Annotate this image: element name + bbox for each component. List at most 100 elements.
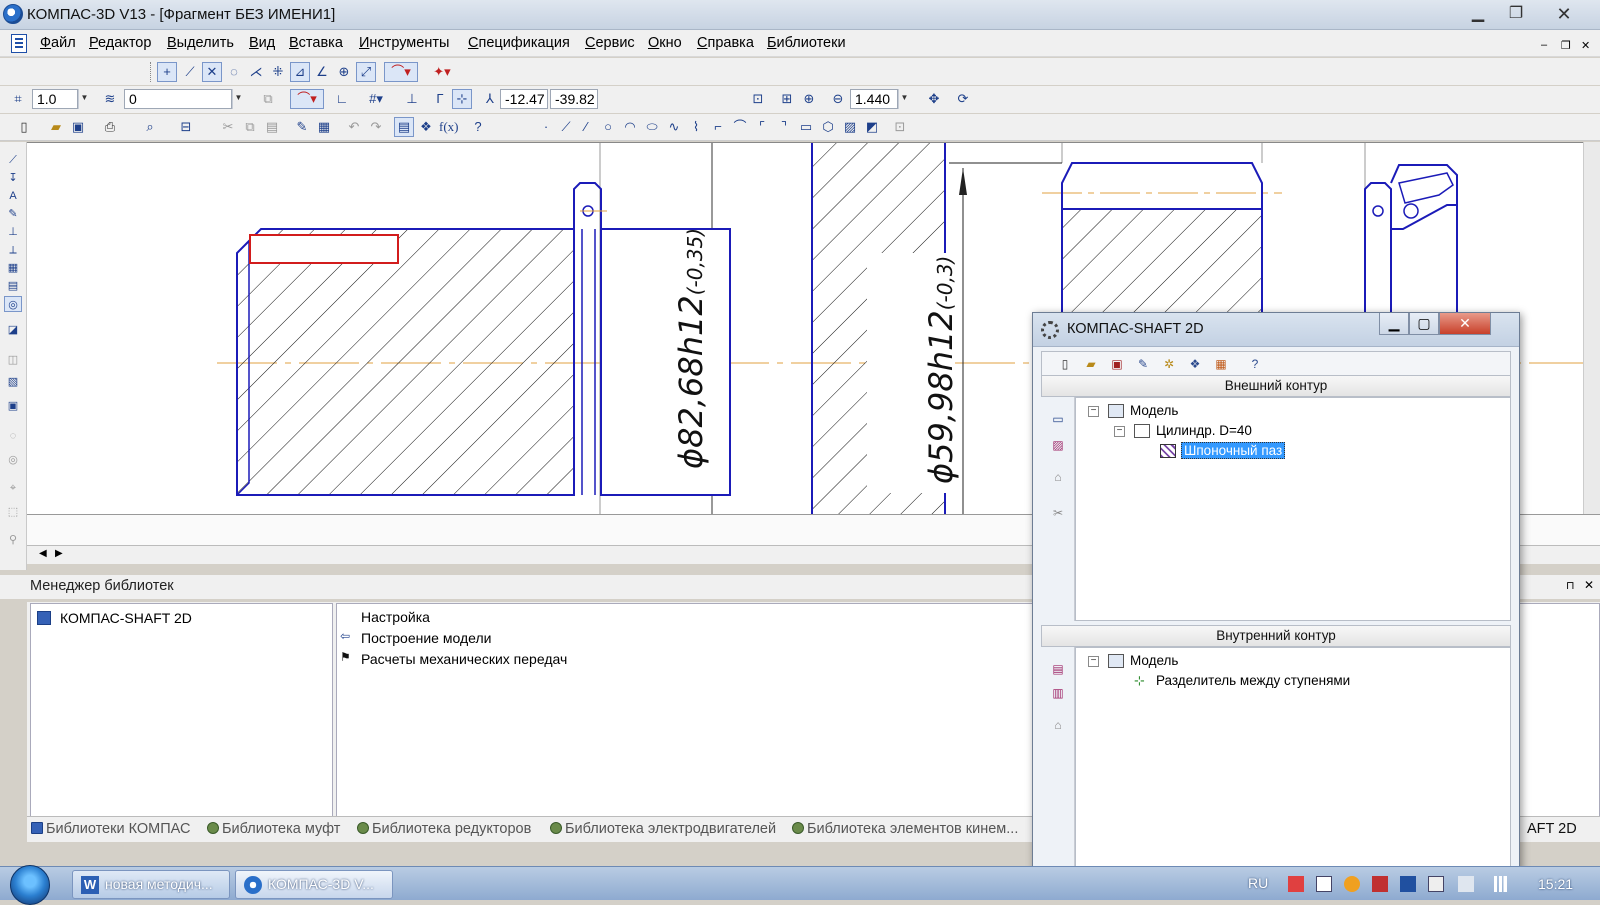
windows-icon[interactable] bbox=[1316, 876, 1332, 892]
snap-angle-icon[interactable]: ∠ bbox=[312, 62, 332, 82]
menu-help[interactable]: Справка bbox=[697, 35, 754, 51]
zoom-dropdown-arrow[interactable]: ▼ bbox=[898, 89, 910, 109]
menu-select[interactable]: Выделить bbox=[167, 35, 234, 51]
mdi-close-button[interactable]: ✕ bbox=[1581, 39, 1590, 52]
snap-circle-center-icon[interactable]: ⊕ bbox=[334, 62, 354, 82]
step-dropdown-arrow[interactable]: ▼ bbox=[78, 89, 90, 109]
language-indicator[interactable]: RU bbox=[1248, 875, 1268, 891]
zoom-out-icon[interactable]: ⊖ bbox=[828, 89, 848, 109]
layer-field[interactable]: 0 bbox=[124, 89, 232, 109]
app-tray-icon[interactable] bbox=[1400, 876, 1416, 892]
chamfer2-icon[interactable]: ⌝ bbox=[774, 117, 794, 137]
device-icon[interactable] bbox=[1428, 876, 1444, 892]
menu-specification[interactable]: Спецификация bbox=[468, 35, 570, 51]
maximize-button[interactable]: ❐ bbox=[1500, 3, 1532, 25]
coord-y-field[interactable]: -39.82 bbox=[550, 89, 598, 109]
snap-middle-icon[interactable]: ⊿ bbox=[290, 62, 310, 82]
edit-panel-icon[interactable]: ✎ bbox=[4, 206, 22, 222]
tree-node-keyway[interactable]: Шпоночный паз bbox=[1181, 442, 1286, 459]
rectangle-icon[interactable]: ▭ bbox=[796, 117, 816, 137]
layers-panel-icon[interactable]: ⬚ bbox=[4, 504, 22, 520]
zoom-field[interactable]: 1.440 bbox=[850, 89, 898, 109]
coord-x-field[interactable]: -12.47 bbox=[500, 89, 548, 109]
update-icon[interactable] bbox=[1344, 876, 1360, 892]
list-item-settings[interactable]: Настройка bbox=[361, 609, 430, 625]
fragments-panel-icon[interactable]: ◫ bbox=[4, 352, 22, 368]
reports-panel-icon[interactable]: ◎ bbox=[4, 296, 22, 312]
menu-file[interactable]: Файл bbox=[40, 35, 76, 51]
start-button[interactable] bbox=[10, 865, 50, 905]
insert-panel-icon[interactable]: ◪ bbox=[4, 322, 22, 338]
tab-reducers[interactable]: Библиотека редукторов bbox=[357, 821, 531, 837]
snap-end-icon[interactable]: ⟋ bbox=[180, 62, 200, 82]
paste-icon[interactable]: ▤ bbox=[262, 117, 282, 137]
layer-dropdown-arrow[interactable]: ▼ bbox=[232, 89, 244, 109]
clock[interactable]: 15:21 bbox=[1538, 876, 1573, 892]
params-panel-icon[interactable]: ⊥ bbox=[4, 224, 22, 240]
polyline-icon[interactable]: ⌇ bbox=[686, 117, 706, 137]
snap-on-curve-icon[interactable]: ⤢ bbox=[356, 62, 376, 82]
help-pointer-icon[interactable]: ? bbox=[468, 117, 488, 137]
library-icon[interactable]: ❖ bbox=[416, 117, 436, 137]
macro-panel-icon[interactable]: ▣ bbox=[4, 398, 22, 414]
contour-icon[interactable]: ⌒ bbox=[730, 117, 750, 137]
generate-icon[interactable]: ❖ bbox=[1184, 354, 1206, 374]
refresh-view-icon[interactable]: ⟳ bbox=[953, 89, 973, 109]
snap-point-icon[interactable]: + bbox=[157, 62, 177, 82]
new-model-icon[interactable]: ▯ bbox=[1054, 354, 1076, 374]
arc-icon[interactable]: ◠ bbox=[620, 117, 640, 137]
menu-insert[interactable]: Вставка bbox=[289, 35, 343, 51]
dialog-title-bar[interactable]: КОМПАС-SHAFT 2D ▁ ▢ ✕ bbox=[1033, 313, 1519, 347]
library-manager-close-button[interactable]: ✕ bbox=[1584, 578, 1594, 592]
snap-mode-icon[interactable]: ⌒▾ bbox=[290, 89, 324, 109]
chamfer-icon[interactable]: ⌜ bbox=[752, 117, 772, 137]
list-item-build-model[interactable]: Построение модели bbox=[361, 630, 491, 646]
tree-node-divider[interactable]: Разделитель между ступенями bbox=[1156, 673, 1350, 688]
network-error-icon[interactable] bbox=[1288, 876, 1304, 892]
step-field[interactable]: 1.0 bbox=[32, 89, 78, 109]
open-icon[interactable]: ▰ bbox=[46, 117, 66, 137]
equidistant-icon[interactable]: ⊡ bbox=[890, 117, 910, 137]
collapse-toggle[interactable]: − bbox=[1114, 426, 1125, 437]
inner-add-element-icon[interactable]: ▥ bbox=[1047, 683, 1069, 703]
new-icon[interactable]: ▯ bbox=[14, 117, 34, 137]
ellipse-icon[interactable]: ⬭ bbox=[642, 117, 662, 137]
zoom-all-icon[interactable]: ⊞ bbox=[777, 89, 797, 109]
add-element-icon[interactable]: ▨ bbox=[1047, 435, 1069, 455]
add-special-icon[interactable]: ⌂ bbox=[1047, 467, 1069, 487]
scroll-right-arrow[interactable]: ▶ bbox=[55, 548, 63, 559]
tree-node-inner-model[interactable]: Модель bbox=[1130, 653, 1178, 668]
tree-node-model[interactable]: Модель bbox=[1130, 403, 1178, 418]
magnet-snap-icon[interactable]: ⌒▾ bbox=[384, 62, 418, 82]
pan-icon[interactable]: ✥ bbox=[924, 89, 944, 109]
tab-kinematics[interactable]: Библиотека элементов кинем... bbox=[792, 821, 1018, 837]
dialog-close-button[interactable]: ✕ bbox=[1439, 313, 1491, 335]
control-panel-icon[interactable]: ⚲ bbox=[4, 532, 22, 548]
assoc-panel-icon[interactable]: ◎ bbox=[4, 452, 22, 468]
designations-panel-icon[interactable]: A bbox=[4, 188, 22, 204]
pin-icon[interactable]: ⊓ bbox=[1566, 579, 1575, 592]
calc-icon[interactable]: ▦ bbox=[1210, 354, 1232, 374]
aux-line-icon[interactable]: ⟋ bbox=[556, 117, 576, 137]
zoom-window-icon[interactable]: ⊡ bbox=[748, 89, 768, 109]
diameter-dimension-2[interactable]: ϕ59,98h12(-0,3) bbox=[922, 254, 962, 484]
document-icon[interactable] bbox=[11, 34, 27, 53]
help-icon[interactable]: ? bbox=[1244, 354, 1266, 374]
snap-normal-icon[interactable]: ⋌ bbox=[246, 62, 266, 82]
close-button[interactable]: ✕ bbox=[1548, 3, 1580, 25]
dialog-minimize-button[interactable]: ▁ bbox=[1379, 313, 1409, 335]
save-icon[interactable]: ▣ bbox=[68, 117, 88, 137]
select-panel-icon[interactable]: ▦ bbox=[4, 260, 22, 276]
signal-icon[interactable] bbox=[1494, 876, 1510, 892]
print-icon[interactable]: ⎙ bbox=[100, 117, 120, 137]
library-tree-item[interactable]: КОМПАС-SHAFT 2D bbox=[60, 610, 192, 626]
copy-icon[interactable]: ⧉ bbox=[240, 117, 260, 137]
variables-icon[interactable]: f(x) bbox=[438, 117, 459, 137]
dialog-maximize-button[interactable]: ▢ bbox=[1409, 313, 1439, 335]
menu-edit[interactable]: Редактор bbox=[89, 35, 151, 51]
split-icon[interactable]: ✂ bbox=[1047, 503, 1069, 523]
menu-view[interactable]: Вид bbox=[249, 35, 275, 51]
local-cs-icon[interactable]: ⊥ bbox=[402, 89, 422, 109]
tab-couplings[interactable]: Библиотека муфт bbox=[207, 821, 340, 837]
scroll-left-arrow[interactable]: ◀ bbox=[39, 548, 47, 559]
